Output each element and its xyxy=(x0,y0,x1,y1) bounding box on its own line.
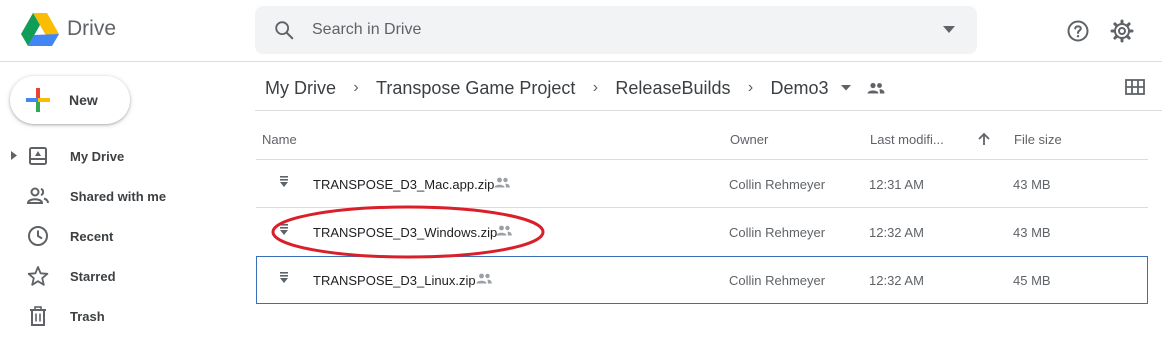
sidebar-item-label: Shared with me xyxy=(70,189,167,204)
shared-people-icon xyxy=(496,225,512,236)
shared-folder-icon xyxy=(867,82,885,94)
file-owner: Collin Rehmeyer xyxy=(729,177,826,192)
file-name[interactable]: TRANSPOSE_D3_Mac.app.zip xyxy=(313,177,494,192)
header-divider xyxy=(255,110,1162,111)
file-last-modified: 12:32 AM xyxy=(869,273,924,288)
search-icon[interactable] xyxy=(273,19,295,41)
shared-people-icon xyxy=(494,177,510,188)
clock-icon xyxy=(28,226,48,246)
zip-file-icon xyxy=(280,224,288,235)
file-size: 45 MB xyxy=(1013,273,1051,288)
table-row[interactable]: TRANSPOSE_D3_Windows.zip Collin Rehmeyer… xyxy=(256,207,1148,255)
drive-logo-icon[interactable] xyxy=(20,12,60,48)
sidebar-item-label: Trash xyxy=(70,309,105,324)
app-name[interactable]: Drive xyxy=(67,17,116,41)
table-row-selected[interactable]: TRANSPOSE_D3_Linux.zip Collin Rehmeyer 1… xyxy=(256,256,1148,304)
search-input[interactable] xyxy=(312,18,912,42)
search-options-caret-icon[interactable] xyxy=(943,26,955,34)
star-icon xyxy=(27,266,49,286)
sidebar-item-shared-with-me[interactable]: Shared with me xyxy=(0,180,240,212)
zip-file-icon xyxy=(280,176,288,187)
breadcrumb-item-transpose-game-project[interactable]: Transpose Game Project xyxy=(376,78,575,99)
breadcrumb-separator-icon: › xyxy=(353,79,359,96)
new-button-label: New xyxy=(69,92,98,108)
file-owner: Collin Rehmeyer xyxy=(729,225,826,240)
breadcrumb-item-demo3[interactable]: Demo3 xyxy=(771,78,829,99)
sidebar-item-label: Recent xyxy=(70,229,114,244)
file-last-modified: 12:32 AM xyxy=(869,225,924,240)
search-bar[interactable] xyxy=(255,6,977,54)
file-name[interactable]: TRANSPOSE_D3_Windows.zip xyxy=(313,225,497,240)
sidebar-item-recent[interactable]: Recent xyxy=(0,220,240,252)
expand-arrow-icon[interactable] xyxy=(11,151,17,160)
sidebar-item-starred[interactable]: Starred xyxy=(0,260,240,292)
file-owner: Collin Rehmeyer xyxy=(729,273,826,288)
sidebar-item-label: My Drive xyxy=(70,149,125,164)
file-last-modified: 12:31 AM xyxy=(869,177,924,192)
help-icon[interactable] xyxy=(1066,19,1090,43)
breadcrumb: My Drive › Transpose Game Project › Rele… xyxy=(265,76,885,100)
people-icon xyxy=(26,187,49,204)
settings-gear-icon[interactable] xyxy=(1110,19,1134,43)
file-size: 43 MB xyxy=(1013,177,1051,192)
file-size: 43 MB xyxy=(1013,225,1051,240)
new-button[interactable]: New xyxy=(10,76,130,124)
column-header-file-size[interactable]: File size xyxy=(1014,132,1062,147)
sidebar-item-trash[interactable]: Trash xyxy=(0,300,240,332)
breadcrumb-separator-icon: › xyxy=(747,79,754,96)
breadcrumb-separator-icon: › xyxy=(592,79,599,96)
zip-file-icon xyxy=(280,272,288,283)
my-drive-icon xyxy=(29,147,47,165)
folder-menu-caret-icon[interactable] xyxy=(840,85,851,91)
sort-ascending-arrow-icon[interactable] xyxy=(977,132,991,146)
shared-people-icon xyxy=(476,273,492,284)
column-header-last-modified[interactable]: Last modifi... xyxy=(870,132,944,147)
trash-icon xyxy=(30,306,46,326)
sidebar-item-label: Starred xyxy=(70,269,116,284)
file-name[interactable]: TRANSPOSE_D3_Linux.zip xyxy=(313,273,476,288)
breadcrumb-item-releasebuilds[interactable]: ReleaseBuilds xyxy=(615,78,730,99)
column-header-owner[interactable]: Owner xyxy=(730,132,768,147)
sidebar-item-my-drive[interactable]: My Drive xyxy=(0,140,240,172)
breadcrumb-item-my-drive[interactable]: My Drive xyxy=(265,78,336,99)
plus-icon xyxy=(26,88,50,112)
table-row[interactable]: TRANSPOSE_D3_Mac.app.zip Collin Rehmeyer… xyxy=(256,159,1148,207)
top-bar: Drive xyxy=(0,0,1162,62)
grid-view-icon[interactable] xyxy=(1125,79,1145,95)
column-header-name[interactable]: Name xyxy=(262,132,297,147)
